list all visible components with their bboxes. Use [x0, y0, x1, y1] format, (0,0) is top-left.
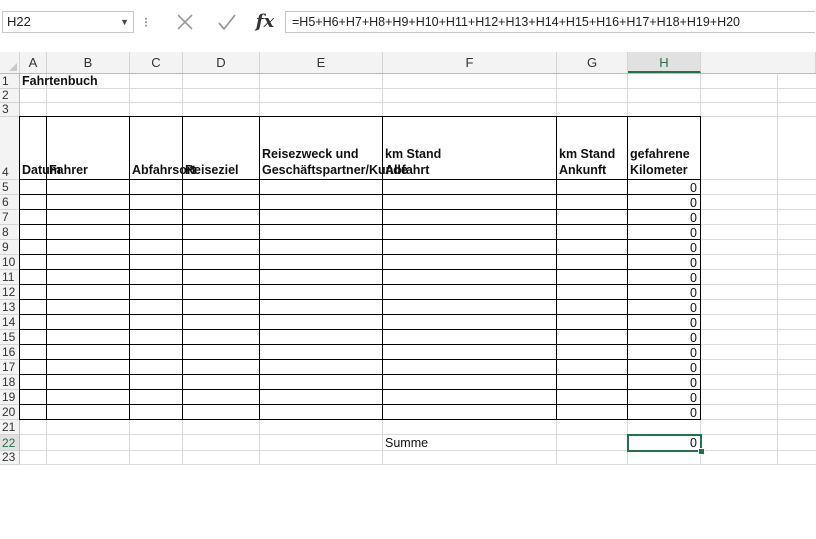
- table-border: [19, 404, 701, 405]
- sheet-title: Fahrtenbuch: [22, 74, 98, 88]
- worksheet-grid[interactable]: ABCDEFGH 1 2 3 4 5 6 7 8 9 10 11 12 13 14 15 16 17 18 19 20…: [0, 44, 816, 539]
- row-header-11[interactable]: 11: [0, 270, 20, 285]
- header-km-ankunft-line1: km Stand: [559, 147, 616, 161]
- column-header-h[interactable]: H: [628, 52, 701, 73]
- table-border: [19, 314, 701, 315]
- summe-label: Summe: [385, 436, 429, 450]
- header-kilometer-line1: gefahrene: [630, 147, 690, 161]
- row-header-23[interactable]: 23: [0, 450, 20, 465]
- kilometer-value[interactable]: 0: [628, 361, 697, 375]
- header-fahrer: Fahrer: [49, 163, 88, 177]
- row-header-19[interactable]: 19: [0, 390, 20, 405]
- row-header-6[interactable]: 6: [0, 195, 20, 210]
- gridline-horizontal: [20, 88, 816, 89]
- table-border: [19, 254, 701, 255]
- row-header-1[interactable]: 1: [0, 74, 20, 89]
- table-border: [19, 179, 701, 180]
- column-header-empty[interactable]: [701, 52, 816, 73]
- formula-input[interactable]: =H5+H6+H7+H8+H9+H10+H11+H12+H13+H14+H15+…: [285, 11, 815, 33]
- gridline-horizontal: [20, 464, 816, 465]
- header-reisezweck-line1: Reisezweck und: [262, 147, 359, 161]
- kilometer-value[interactable]: 0: [628, 286, 697, 300]
- column-headers: ABCDEFGH: [0, 52, 816, 74]
- table-border: [19, 209, 701, 210]
- select-all-button[interactable]: [0, 52, 20, 73]
- close-icon: [177, 14, 193, 30]
- row-header-12[interactable]: 12: [0, 285, 20, 300]
- table-border: [19, 194, 701, 195]
- column-header-a[interactable]: A: [20, 52, 47, 73]
- kilometer-value[interactable]: 0: [628, 406, 697, 420]
- row-header-5[interactable]: 5: [0, 180, 20, 195]
- kilometer-value[interactable]: 0: [628, 316, 697, 330]
- column-header-d[interactable]: D: [183, 52, 260, 73]
- kilometer-value[interactable]: 0: [628, 376, 697, 390]
- table-border: [19, 374, 701, 375]
- row-header-17[interactable]: 17: [0, 360, 20, 375]
- row-header-15[interactable]: 15: [0, 330, 20, 345]
- column-header-c[interactable]: C: [130, 52, 183, 73]
- checkmark-icon: [218, 14, 236, 31]
- row-header-13[interactable]: 13: [0, 300, 20, 315]
- row-header-4[interactable]: 4: [0, 117, 20, 180]
- row-header-16[interactable]: 16: [0, 345, 20, 360]
- kilometer-value[interactable]: 0: [628, 346, 697, 360]
- row-header-9[interactable]: 9: [0, 240, 20, 255]
- kilometer-value[interactable]: 0: [628, 391, 697, 405]
- table-border: [19, 269, 701, 270]
- name-box[interactable]: H22 ▼: [2, 11, 134, 33]
- row-header-20[interactable]: 20: [0, 405, 20, 420]
- row-header-2[interactable]: 2: [0, 88, 20, 103]
- kilometer-value[interactable]: 0: [628, 271, 697, 285]
- header-km-abfahrt-line1: km Stand: [385, 147, 442, 161]
- table-border: [19, 344, 701, 345]
- cancel-button[interactable]: [172, 10, 198, 34]
- chevron-down-icon[interactable]: ▼: [120, 12, 129, 32]
- row-header-7[interactable]: 7: [0, 210, 20, 225]
- kilometer-value[interactable]: 0: [628, 331, 697, 345]
- table-border: [19, 389, 701, 390]
- table-border: [19, 284, 701, 285]
- header-reiseziel: Reiseziel: [185, 163, 239, 177]
- table-border: [19, 224, 701, 225]
- row-header-3[interactable]: 3: [0, 102, 20, 117]
- table-border: [19, 359, 701, 360]
- column-header-e[interactable]: E: [260, 52, 383, 73]
- row-header-8[interactable]: 8: [0, 225, 20, 240]
- table-border: [19, 419, 701, 420]
- row-header-21[interactable]: 21: [0, 420, 20, 435]
- kilometer-value[interactable]: 0: [628, 196, 697, 210]
- column-header-g[interactable]: G: [557, 52, 628, 73]
- name-box-value: H22: [7, 14, 31, 29]
- kilometer-value[interactable]: 0: [628, 241, 697, 255]
- table-border: [19, 299, 701, 300]
- formula-bar-grip[interactable]: ⁝: [140, 13, 152, 31]
- kilometer-value[interactable]: 0: [628, 181, 697, 195]
- summe-value: 0: [690, 436, 697, 450]
- kilometer-value[interactable]: 0: [628, 226, 697, 240]
- column-header-b[interactable]: B: [47, 52, 130, 73]
- formula-bar: H22 ▼ ⁝ fx =H5+H6+H7+H8+H9+H10+H11+H12+H…: [0, 0, 816, 44]
- header-kilometer-line2: Kilometer: [630, 163, 688, 177]
- table-border: [19, 116, 701, 117]
- fill-handle[interactable]: [698, 448, 705, 455]
- row-header-22[interactable]: 22: [0, 435, 20, 451]
- table-border: [19, 239, 701, 240]
- kilometer-value[interactable]: 0: [628, 211, 697, 225]
- insert-function-button[interactable]: fx: [252, 10, 278, 34]
- column-header-f[interactable]: F: [383, 52, 557, 73]
- header-km-ankunft-line2: Ankunft: [559, 163, 607, 177]
- confirm-button[interactable]: [214, 10, 240, 34]
- gridline-horizontal: [20, 102, 816, 103]
- row-header-14[interactable]: 14: [0, 315, 20, 330]
- kilometer-value[interactable]: 0: [628, 301, 697, 315]
- kilometer-value[interactable]: 0: [628, 256, 697, 270]
- table-border: [19, 329, 701, 330]
- header-km-abfahrt-line2: Abfahrt: [385, 163, 430, 177]
- row-header-18[interactable]: 18: [0, 375, 20, 390]
- row-header-10[interactable]: 10: [0, 255, 20, 270]
